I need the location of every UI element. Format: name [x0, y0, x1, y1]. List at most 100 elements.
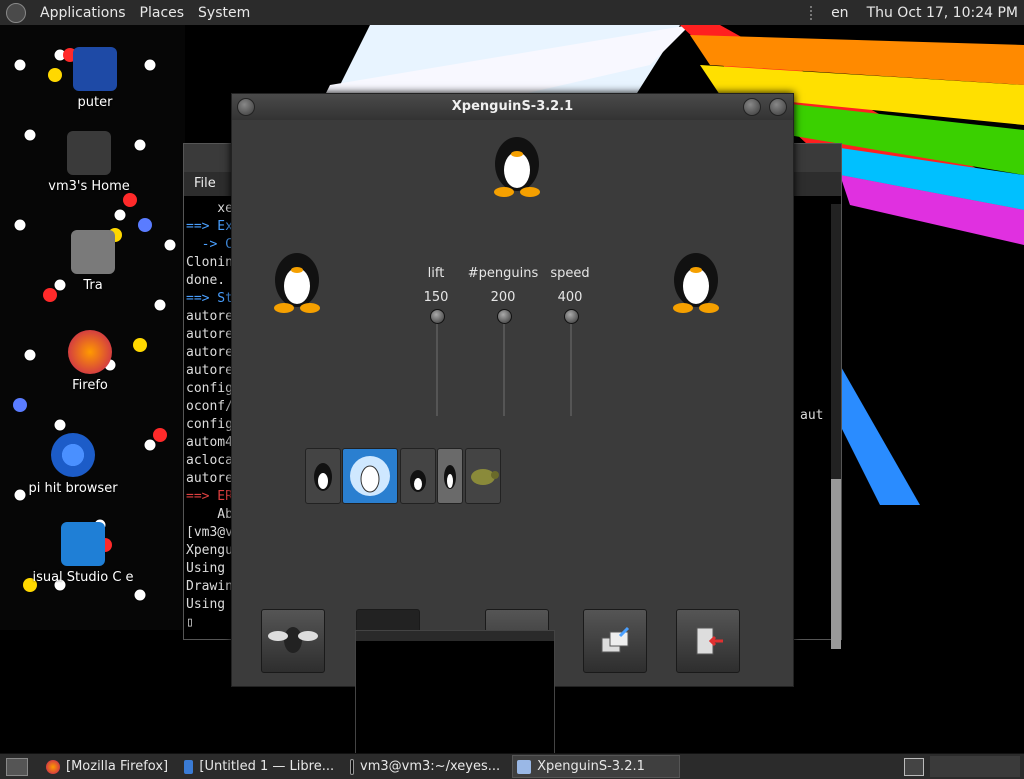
theme-turtle-button[interactable] [465, 448, 501, 504]
penguin-logo-icon [494, 137, 540, 197]
terminal-line: autore [186, 345, 233, 360]
theme-penguins-button[interactable] [305, 448, 341, 504]
workspace-switcher[interactable] [904, 757, 924, 776]
menu-applications[interactable]: Applications [40, 5, 126, 21]
terminal-line: Clonin [186, 255, 233, 270]
theme-selected-button[interactable] [437, 448, 463, 504]
task-label: XpenguinS-3.2.1 [537, 759, 645, 774]
desktop-icon-label: isual Studio C e [32, 570, 134, 585]
desktop-icon-trash[interactable]: Tra [8, 230, 178, 293]
terminal-preview-menubar [356, 631, 554, 641]
terminal-line: xe [186, 201, 233, 216]
terminal-line: acloca [186, 453, 233, 468]
terminal-line: ==> St [186, 291, 233, 306]
penguin-theme-icon [314, 463, 332, 491]
clock[interactable]: Thu Oct 17, 10:24 PM [867, 5, 1018, 21]
terminal-line: done. [186, 273, 226, 288]
standing-penguin-icon [444, 465, 456, 489]
terminal-line: autore [186, 327, 233, 342]
desktop-icon-label: Tra [83, 278, 103, 293]
home-folder-icon [67, 131, 111, 175]
terminal-line: Using [186, 561, 226, 576]
slider-knob-lift[interactable] [430, 309, 445, 324]
terminal-line: Drawin [186, 579, 233, 594]
slider-track-lift[interactable] [436, 316, 438, 416]
terminal-line: Using [186, 597, 226, 612]
maximize-button[interactable] [769, 98, 787, 116]
keyboard-layout-indicator[interactable]: en [831, 5, 849, 21]
terminal-line: autore [186, 363, 233, 378]
desktop: puter vm3's Home Tra Firefo pi hit brows… [0, 25, 1024, 753]
desktop-icon-label: Firefo [72, 378, 108, 393]
terminal-preview[interactable] [355, 630, 555, 753]
desktop-icon-label: pi hit browser [28, 481, 118, 496]
terminal-line: autore [186, 471, 233, 486]
xpenguins-window[interactable]: XpenguinS-3.2.1 lift 150 #penguins 200 s… [231, 93, 794, 687]
minimize-button[interactable] [743, 98, 761, 116]
task-xpenguins[interactable]: XpenguinS-3.2.1 [512, 755, 681, 778]
chromium-icon [51, 433, 95, 477]
desktop-icon-vscode[interactable]: isual Studio C e [0, 522, 168, 585]
task-firefox[interactable]: [Mozilla Firefox] [42, 756, 174, 777]
writer-icon [184, 759, 194, 774]
task-libreoffice[interactable]: [Untitled 1 — Libre... [180, 756, 340, 777]
slider-value-speed: 400 [557, 290, 583, 305]
taskbar: [Mozilla Firefox] [Untitled 1 — Libre...… [0, 753, 1024, 779]
slider-track-speed[interactable] [570, 316, 572, 416]
distro-logo-icon[interactable] [6, 2, 26, 23]
theme-bigbaby-button[interactable] [342, 448, 398, 504]
show-desktop-icon[interactable] [6, 757, 28, 776]
start-button[interactable] [261, 609, 325, 673]
terminal-line: config [186, 381, 233, 396]
terminal-icon [350, 758, 355, 775]
terminal-line: config [186, 417, 233, 432]
winged-penguin-icon [268, 627, 318, 653]
task-label: [Mozilla Firefox] [66, 759, 169, 774]
turtle-icon [471, 469, 499, 485]
window-menu-button[interactable] [237, 98, 255, 116]
menu-bar: Applications Places System [6, 2, 250, 23]
windows-icon [601, 626, 630, 653]
desktop-icon-browser[interactable]: pi hit browser [0, 433, 158, 496]
terminal-cursor: ▯ [186, 615, 194, 630]
exit-door-icon [696, 627, 723, 655]
terminal-scrollbar-thumb[interactable] [831, 479, 841, 649]
computer-icon [73, 47, 117, 91]
penguin-right-icon [673, 253, 719, 313]
terminal-line: -> C [186, 237, 233, 252]
task-terminal[interactable]: vm3@vm3:~/xeyes... [346, 756, 506, 777]
slider-knob-speed[interactable] [564, 309, 579, 324]
penguin-left-icon [274, 253, 320, 313]
slider-knob-penguins[interactable] [497, 309, 512, 324]
menu-places[interactable]: Places [140, 5, 185, 21]
task-label: [Untitled 1 — Libre... [199, 759, 335, 774]
wizard-penguin-icon [350, 456, 390, 496]
terminal-line: Ab [186, 507, 233, 522]
terminal-line: autore [186, 309, 233, 324]
resize-windows-button[interactable] [583, 609, 647, 673]
menu-file[interactable]: File [194, 176, 216, 191]
xpenguins-titlebar[interactable]: XpenguinS-3.2.1 [232, 94, 793, 120]
slider-label-speed: speed [550, 266, 590, 281]
vscode-icon [61, 522, 105, 566]
desktop-icon-home[interactable]: vm3's Home [4, 131, 174, 194]
trash-icon [71, 230, 115, 274]
desktop-icon-firefox[interactable]: Firefo [5, 330, 175, 393]
terminal-line: Xpengu [186, 543, 233, 558]
exit-button[interactable] [676, 609, 740, 673]
workspace-area[interactable] [930, 756, 1020, 777]
terminal-line: ==> ER [186, 489, 233, 504]
task-label: vm3@vm3:~/xeyes... [360, 759, 501, 774]
window-title: XpenguinS-3.2.1 [451, 99, 574, 114]
desktop-icon-label: vm3's Home [48, 179, 130, 194]
menu-system[interactable]: System [198, 5, 250, 21]
panel-tray: en Thu Oct 17, 10:24 PM [810, 5, 1018, 21]
desktop-icon-computer[interactable]: puter [10, 47, 180, 110]
terminal-line: ==> Ex [186, 219, 233, 234]
tray-separator [810, 5, 813, 20]
slider-track-penguins[interactable] [503, 316, 505, 416]
top-panel: Applications Places System en Thu Oct 17… [0, 0, 1024, 26]
theme-classic-button[interactable] [400, 448, 436, 504]
firefox-icon [46, 759, 60, 774]
terminal-right-text: aut [800, 408, 824, 423]
